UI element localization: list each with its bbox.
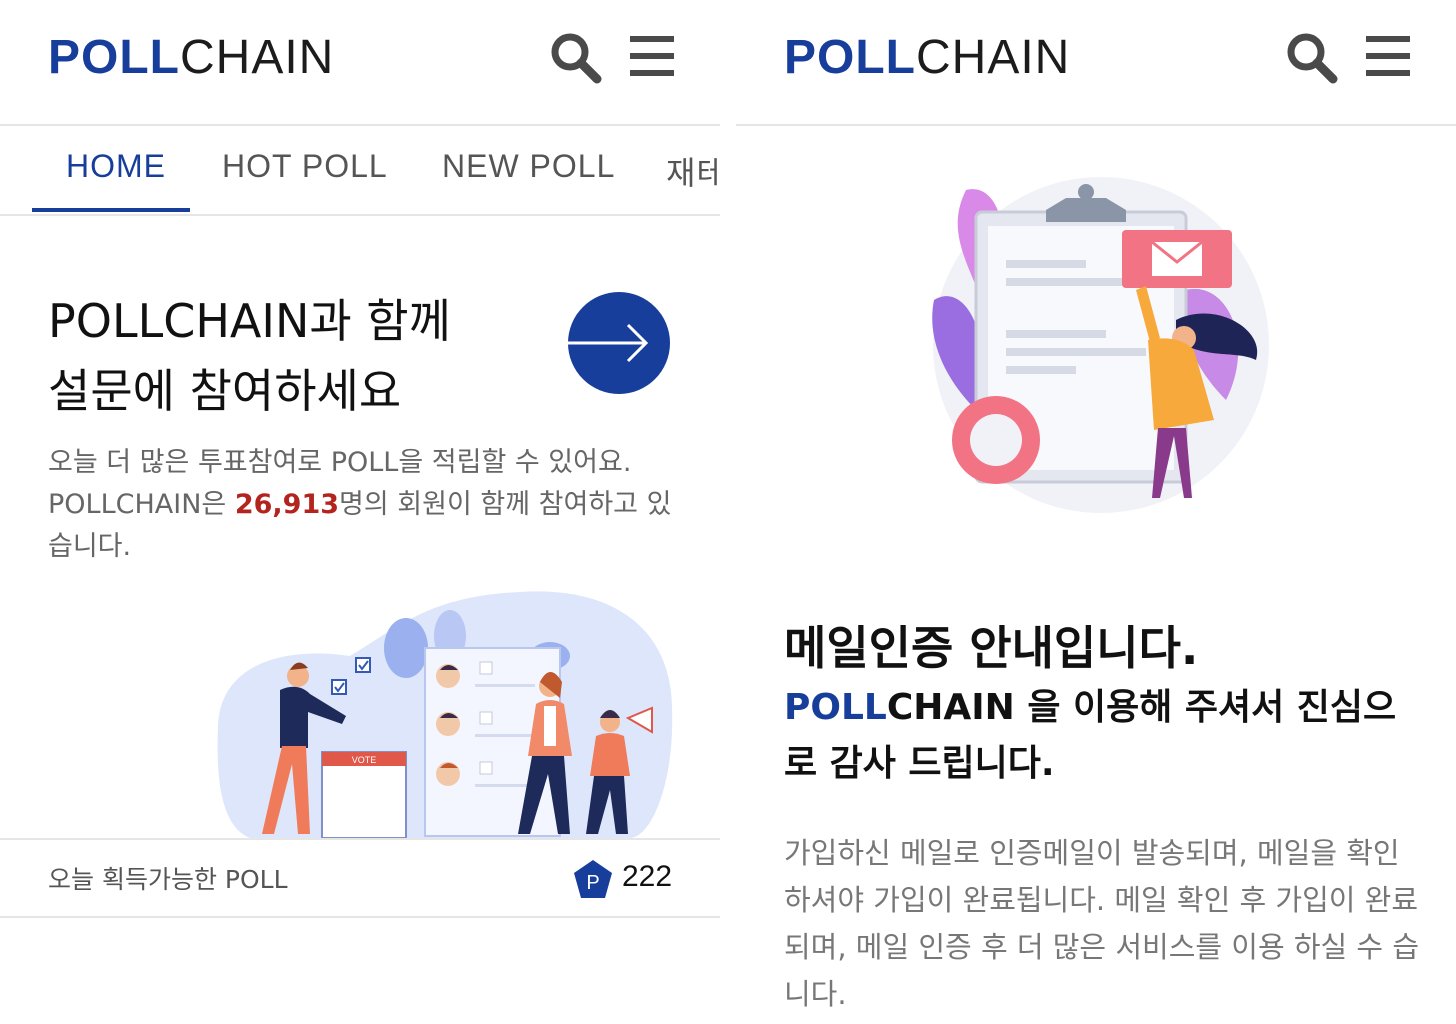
hero-desc-pre: POLLCHAIN은 [48,489,235,520]
logo-bold: POLL [48,31,180,84]
logo-bold: POLL [784,31,916,84]
logo-light: CHAIN [180,31,335,84]
points-value: 222 [622,860,673,893]
mail-verification-illustration [932,177,1269,513]
screen-gap [720,0,736,1024]
mail-subtitle: POLLCHAIN 을 이용해 주셔서 진심으로 감사 드립니다. [784,680,1424,792]
hero-desc-line2: POLLCHAIN은 26,913명의 회원이 함께 참여하고 있습니다. [48,484,688,568]
hero-title: POLLCHAIN과 함께 설문에 참여하세요 [48,286,451,426]
vote-label: VOTE [352,755,377,765]
search-icon [551,33,602,84]
search-button[interactable] [1284,30,1338,84]
member-count: 26,913 [234,489,340,520]
hamburger-menu-icon [630,36,674,76]
start-survey-button[interactable] [568,292,670,394]
brand-logo[interactable]: POLLCHAIN [784,30,1070,85]
tab-new-poll[interactable]: NEW POLL [442,148,615,185]
hero-description: 오늘 더 많은 투표참여로 POLL을 적립할 수 있어요. POLLCHAIN… [48,442,688,568]
points-bar: 오늘 획득가능한 POLL P 222 [0,838,720,918]
tab-hot-poll[interactable]: HOT POLL [222,148,388,185]
hero-title-line1: POLLCHAIN과 함께 [48,294,451,348]
app-header: POLLCHAIN [0,0,720,126]
home-screen: POLLCHAIN HOME HOT POLL NEW POLL 재테 POLL… [0,0,720,1024]
mail-title: 메일인증 안내입니다. [784,621,1199,675]
arrow-right-icon [568,323,649,363]
subtitle-brand-bold: POLL [784,687,887,728]
point-badge-letter: P [586,872,599,894]
brand-logo[interactable]: POLLCHAIN [48,30,334,85]
search-icon [1287,33,1338,84]
hero-desc-line1: 오늘 더 많은 투표참여로 POLL을 적립할 수 있어요. [48,447,632,478]
logo-light: CHAIN [916,31,1071,84]
mail-body-text: 가입하신 메일로 인증메일이 발송되며, 메일을 확인하셔야 가입이 완료됩니다… [784,836,1420,1011]
points-label: 오늘 획득가능한 POLL [48,865,288,894]
hero-title-line2: 설문에 참여하세요 [48,364,402,418]
active-tab-indicator [32,208,190,212]
menu-button[interactable] [626,30,680,84]
subtitle-brand-light: CHAIN [886,687,1015,728]
hamburger-menu-icon [1366,36,1410,76]
tab-bar: HOME HOT POLL NEW POLL 재테 [0,126,720,216]
menu-button[interactable] [1362,30,1416,84]
voting-illustration: VOTE [217,591,673,838]
point-badge-icon: P [574,860,612,898]
search-button[interactable] [548,30,602,84]
tab-finance[interactable]: 재테 [666,148,720,194]
app-header: POLLCHAIN [736,0,1456,126]
tab-home[interactable]: HOME [66,148,166,185]
mail-verification-screen: POLLCHAIN 메일인증 안내입니다. POLLCHAIN 을 이용해 주셔… [736,0,1456,1024]
